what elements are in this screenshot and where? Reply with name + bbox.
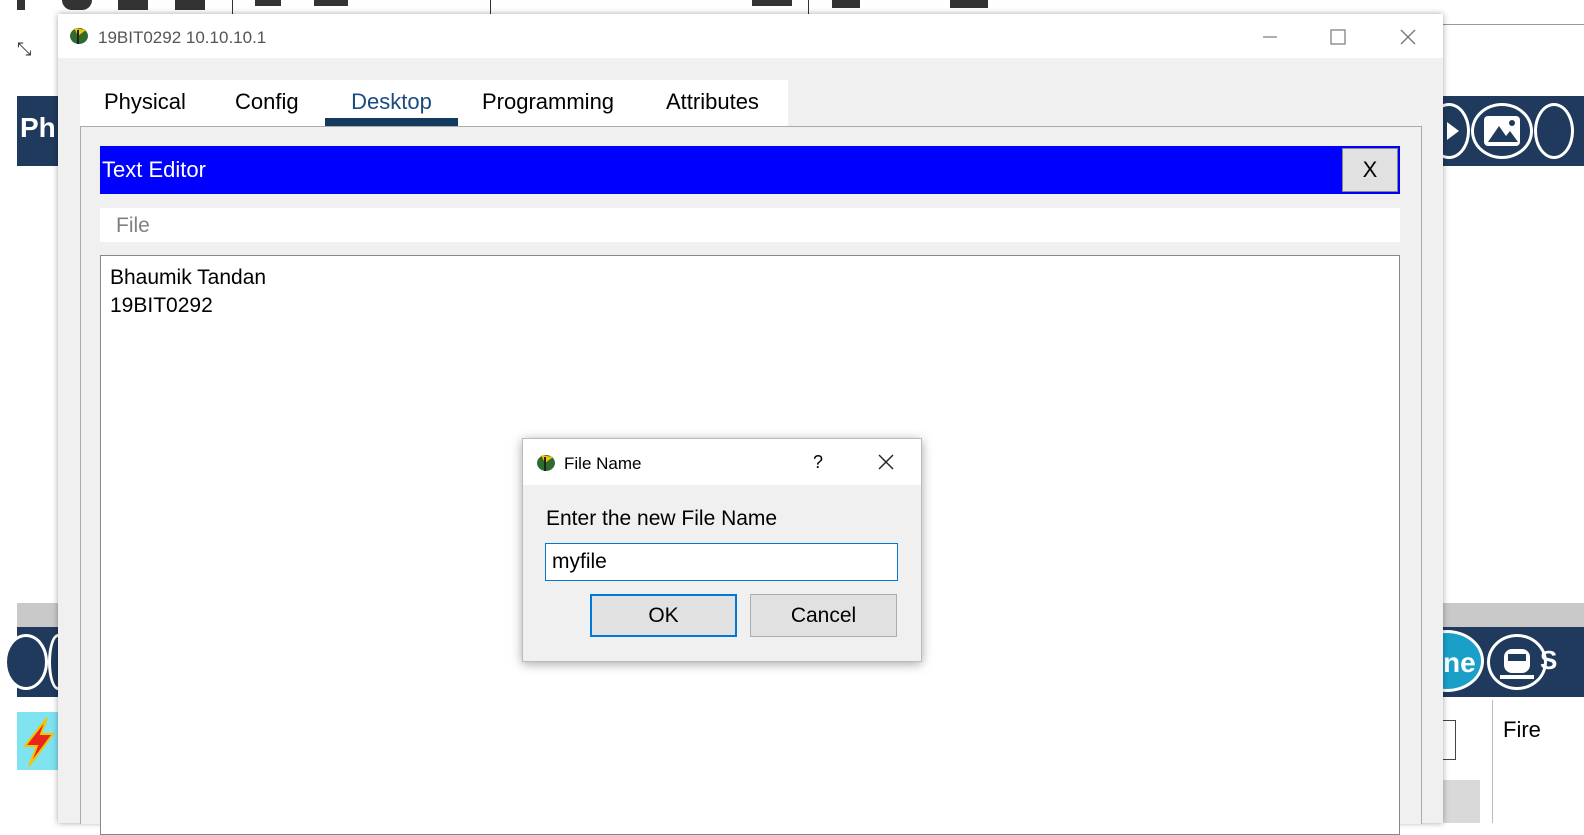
close-icon (1400, 29, 1416, 45)
editor-menu-bar: File (100, 208, 1400, 242)
cancel-button[interactable]: Cancel (750, 594, 897, 637)
button-label-fragment: ne (1443, 647, 1476, 678)
dialog-titlebar[interactable]: File Name ? (523, 439, 921, 485)
tab-attributes[interactable]: Attributes (666, 80, 759, 126)
window-title: 19BIT0292 10.10.10.1 (98, 28, 267, 47)
app-icon (70, 28, 88, 44)
menu-file[interactable]: File (116, 214, 150, 238)
dialog-prompt: Enter the new File Name (546, 507, 778, 530)
help-button[interactable]: ? (803, 449, 833, 475)
background-fire-label: Fire (1503, 717, 1541, 742)
device-window: 19BIT0292 10.10.10.1 Physical Config Des… (58, 14, 1443, 835)
file-name-input[interactable] (545, 543, 898, 581)
maximize-icon (1330, 29, 1346, 45)
tab-desktop[interactable]: Desktop (325, 80, 458, 126)
toolbar-fragment (175, 0, 205, 10)
toolbar-fragment (950, 0, 988, 8)
file-name-dialog: File Name ? Enter the new File Name OK C… (522, 438, 922, 662)
ok-button[interactable]: OK (590, 594, 737, 637)
app-icon (537, 455, 555, 471)
background-button-fragment (1442, 780, 1480, 823)
background-divider (1442, 24, 1584, 25)
round-button-fragment[interactable] (4, 634, 48, 690)
text-editor-close-button[interactable]: X (1342, 148, 1398, 192)
minimize-button[interactable] (1247, 22, 1293, 52)
tab-config[interactable]: Config (235, 80, 299, 126)
close-icon (878, 454, 894, 470)
toolbar-divider (490, 0, 491, 14)
background-toolbar (0, 0, 1584, 14)
round-button-fragment[interactable] (1534, 103, 1574, 159)
text-editor-header: Text Editor X (100, 146, 1400, 194)
lightning-icon[interactable] (17, 712, 59, 770)
toolbar-fragment (752, 0, 792, 6)
background-gray-strip (17, 603, 59, 627)
toolbar-fragment (832, 0, 860, 8)
toolbar-fragment (62, 0, 92, 10)
toolbar-divider (232, 0, 233, 14)
toolbar-fragment (17, 0, 25, 10)
dialog-close-button[interactable] (869, 449, 903, 475)
background-input-fragment (1442, 720, 1456, 760)
toolbar-fragment (118, 0, 148, 10)
resize-icon[interactable]: ⤡ (17, 40, 39, 80)
window-titlebar[interactable]: 19BIT0292 10.10.10.1 (58, 14, 1443, 58)
text-editor-title: Text Editor (102, 157, 206, 182)
toolbar-divider (808, 0, 809, 14)
maximize-button[interactable] (1315, 22, 1361, 52)
train-icon[interactable] (1487, 634, 1547, 690)
background-gray-strip (1443, 603, 1584, 627)
button-label-fragment: S (1540, 645, 1558, 675)
minimize-icon (1263, 36, 1277, 38)
toolbar-fragment (314, 0, 348, 6)
window-close-button[interactable] (1385, 22, 1431, 52)
tab-bar: Physical Config Desktop Programming Attr… (80, 80, 788, 126)
tab-programming[interactable]: Programming (482, 80, 614, 126)
toolbar-fragment (255, 0, 281, 6)
dialog-title: File Name (564, 454, 642, 473)
image-icon[interactable] (1471, 103, 1533, 159)
background-label: Ph (20, 112, 56, 143)
tab-physical[interactable]: Physical (104, 80, 186, 126)
